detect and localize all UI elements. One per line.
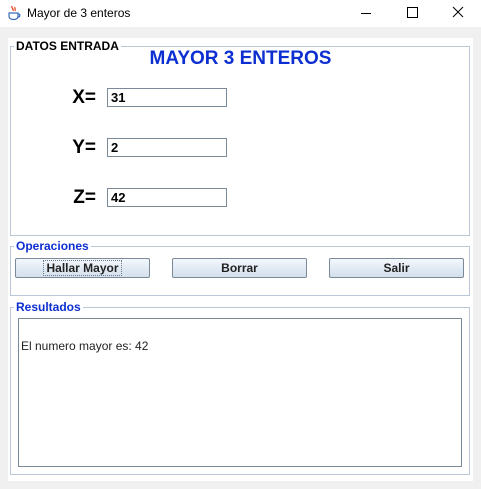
operaciones-legend: Operaciones [14, 239, 91, 253]
resultados-legend: Resultados [14, 300, 83, 314]
maximize-icon [407, 7, 418, 18]
borrar-button[interactable]: Borrar [172, 258, 307, 278]
result-textarea[interactable]: El numero mayor es: 42 [18, 318, 462, 467]
salir-button[interactable]: Salir [329, 258, 464, 278]
minimize-button[interactable] [343, 0, 389, 27]
z-label: Z= [73, 187, 96, 208]
x-input[interactable]: 31 [107, 88, 227, 107]
maximize-button[interactable] [389, 0, 435, 27]
close-button[interactable] [435, 0, 481, 27]
x-label: X= [72, 87, 96, 108]
window-title: Mayor de 3 enteros [27, 6, 131, 20]
close-icon [452, 6, 464, 18]
page-title: MAYOR 3 ENTEROS [149, 48, 332, 69]
z-input[interactable]: 42 [107, 188, 227, 207]
title-bar: Mayor de 3 enteros [0, 0, 481, 27]
java-cup-icon [6, 5, 22, 21]
minimize-icon [361, 13, 371, 14]
hallar-mayor-button[interactable]: Hallar Mayor [15, 258, 150, 278]
y-input[interactable]: 2 [107, 138, 227, 157]
result-text: El numero mayor es: 42 [21, 339, 149, 353]
y-label: Y= [72, 137, 96, 158]
hallar-mayor-label: Hallar Mayor [43, 260, 122, 276]
